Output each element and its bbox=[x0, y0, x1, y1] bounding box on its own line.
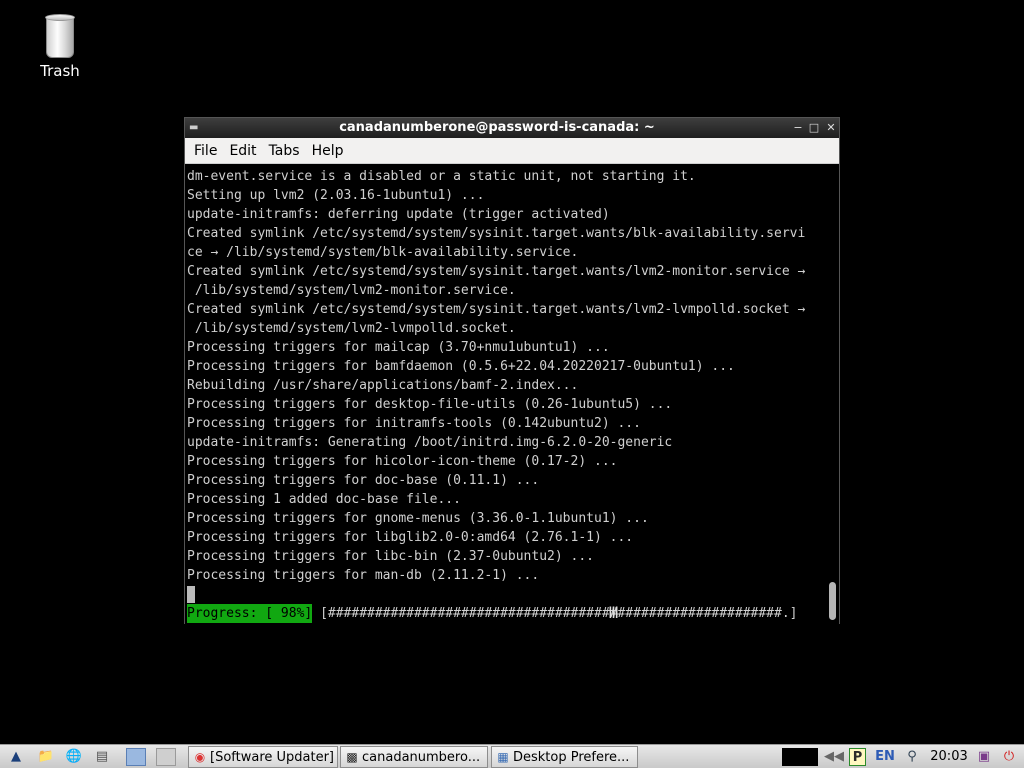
menu-tabs[interactable]: Tabs bbox=[263, 138, 306, 164]
workspace-1-icon[interactable] bbox=[126, 748, 146, 766]
preferences-icon: ▦ bbox=[497, 750, 509, 764]
mouse-ibeam-icon: Ⅲ bbox=[608, 603, 620, 622]
terminal-line: Created symlink /etc/systemd/system/sysi… bbox=[187, 302, 806, 317]
terminal-scrollbar[interactable] bbox=[826, 164, 839, 624]
terminal-output[interactable]: dm-event.service is a disabled or a stat… bbox=[185, 164, 827, 624]
menu-file[interactable]: File bbox=[188, 138, 223, 164]
volume-icon[interactable]: ◀◀ bbox=[820, 748, 848, 766]
terminal-icon: ▩ bbox=[346, 750, 358, 764]
text-cursor bbox=[187, 586, 195, 603]
terminal-line: Rebuilding /usr/share/applications/bamf-… bbox=[187, 378, 579, 393]
terminal-line: Created symlink /etc/systemd/system/sysi… bbox=[187, 226, 806, 241]
desktop-icon-label: Trash bbox=[40, 62, 80, 80]
search-icon[interactable]: ⚲ bbox=[902, 748, 922, 766]
terminal-line: Setting up lvm2 (2.03.16-1ubuntu1) ... bbox=[187, 188, 485, 203]
updater-icon: ◉ bbox=[194, 750, 206, 764]
terminal-window[interactable]: ▬ canadanumberone@password-is-canada: ~ … bbox=[184, 117, 840, 624]
terminal-line: Processing triggers for man-db (2.11.2-1… bbox=[187, 568, 540, 583]
start-menu-icon[interactable]: ▲ bbox=[6, 748, 26, 766]
terminal-line: Processing triggers for bamfdaemon (0.5.… bbox=[187, 359, 735, 374]
clock[interactable]: 20:03 bbox=[927, 748, 971, 766]
terminal-line: Processing triggers for doc-base (0.11.1… bbox=[187, 473, 540, 488]
close-icon[interactable]: ✕ bbox=[824, 120, 838, 135]
desktop-icon-trash[interactable]: Trash bbox=[28, 10, 92, 80]
task-label: [Software Updater] bbox=[210, 750, 335, 765]
window-titlebar[interactable]: ▬ canadanumberone@password-is-canada: ~ … bbox=[185, 118, 839, 138]
trash-icon bbox=[45, 14, 75, 58]
keyboard-layout-indicator[interactable]: EN bbox=[873, 748, 897, 766]
web-browser-icon[interactable]: 🌐 bbox=[64, 748, 84, 766]
terminal-line: Processing triggers for gnome-menus (3.3… bbox=[187, 511, 649, 526]
maximize-icon[interactable]: □ bbox=[807, 120, 821, 135]
terminal-line: Processing 1 added doc-base file... bbox=[187, 492, 461, 507]
show-desktop-icon[interactable]: ▤ bbox=[92, 748, 112, 766]
scrollbar-thumb[interactable] bbox=[829, 582, 836, 620]
task-terminal[interactable]: ▩ canadanumbero... bbox=[340, 746, 488, 768]
progress-line: Progress: [ 98%] [######################… bbox=[187, 604, 827, 623]
terminal-line: ce → /lib/systemd/system/blk-availabilit… bbox=[187, 245, 579, 260]
terminal-line: Created symlink /etc/systemd/system/sysi… bbox=[187, 264, 806, 279]
task-software-updater[interactable]: ◉ [Software Updater] bbox=[188, 746, 338, 768]
progress-bar: [#######################################… bbox=[320, 606, 798, 621]
taskbar: ▲ 📁 🌐 ▤ ◉ [Software Updater] ▩ canadanumbe… bbox=[0, 744, 1024, 768]
terminal-line: Processing triggers for initramfs-tools … bbox=[187, 416, 641, 431]
package-updates-icon[interactable]: P bbox=[849, 748, 866, 766]
file-manager-icon[interactable]: 📁 bbox=[36, 748, 56, 766]
terminal-line: Processing triggers for hicolor-icon-the… bbox=[187, 454, 618, 469]
screen-lock-icon[interactable]: ▣ bbox=[974, 748, 994, 766]
terminal-line: /lib/systemd/system/lvm2-lvmpolld.socket… bbox=[187, 321, 516, 336]
minimize-icon[interactable]: − bbox=[791, 120, 805, 135]
menu-help[interactable]: Help bbox=[306, 138, 350, 164]
power-icon[interactable]: ⏻ bbox=[999, 748, 1019, 766]
progress-label: Progress: [ 98%] bbox=[187, 604, 313, 623]
task-label: Desktop Prefere... bbox=[513, 750, 630, 765]
menubar: File Edit Tabs Help bbox=[185, 138, 839, 164]
terminal-line: dm-event.service is a disabled or a stat… bbox=[187, 169, 696, 184]
cpu-monitor-graph bbox=[782, 748, 818, 766]
terminal-line: Processing triggers for mailcap (3.70+nm… bbox=[187, 340, 610, 355]
task-label: canadanumbero... bbox=[362, 750, 481, 765]
window-title: canadanumberone@password-is-canada: ~ bbox=[339, 120, 655, 135]
terminal-line: /lib/systemd/system/lvm2-monitor.service… bbox=[187, 283, 516, 298]
task-desktop-preferences[interactable]: ▦ Desktop Prefere... bbox=[491, 746, 638, 768]
workspace-2-icon[interactable] bbox=[156, 748, 176, 766]
terminal-line: update-initramfs: Generating /boot/initr… bbox=[187, 435, 673, 450]
window-menu-icon[interactable]: ▬ bbox=[189, 121, 203, 134]
terminal-line: Processing triggers for desktop-file-uti… bbox=[187, 397, 673, 412]
menu-edit[interactable]: Edit bbox=[223, 138, 262, 164]
terminal-line: update-initramfs: deferring update (trig… bbox=[187, 207, 610, 222]
terminal-line: Processing triggers for libglib2.0-0:amd… bbox=[187, 530, 634, 545]
terminal-line: Processing triggers for libc-bin (2.37-0… bbox=[187, 549, 594, 564]
desktop: Trash ▬ canadanumberone@password-is-cana… bbox=[0, 0, 1024, 744]
terminal-cursor-line bbox=[187, 585, 827, 604]
